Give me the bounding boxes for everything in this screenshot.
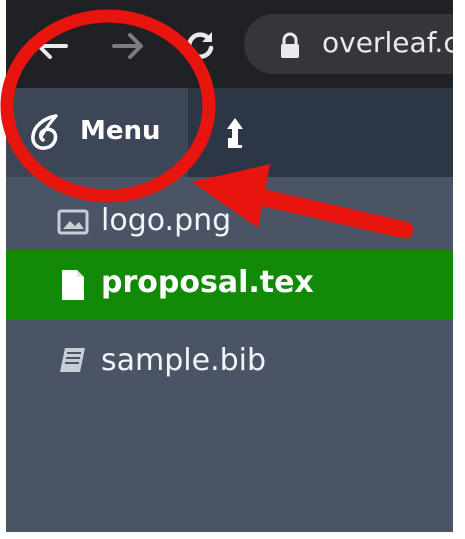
reload-icon: [187, 32, 214, 59]
file-tree: logo.png proposal.tex sample.bib: [6, 177, 453, 532]
browser-bar: overleaf.c: [6, 0, 453, 88]
menu-button[interactable]: Menu: [6, 88, 188, 177]
editor-toolbar: Menu: [6, 88, 453, 177]
file-name: proposal.tex: [101, 265, 314, 300]
file-tree-item[interactable]: sample.bib: [6, 325, 453, 395]
document-file-icon: [62, 270, 84, 300]
file-tree-item-selected[interactable]: proposal.tex: [6, 250, 453, 320]
screenshot-frame: overleaf.c Menu logo.png proposal.tex sa…: [6, 0, 453, 532]
reload-button[interactable]: [180, 26, 220, 66]
file-name: sample.bib: [101, 343, 267, 378]
file-name: logo.png: [101, 203, 232, 238]
menu-label: Menu: [80, 116, 161, 146]
file-tree-item[interactable]: logo.png: [6, 183, 453, 253]
back-arrow-icon: [37, 33, 68, 59]
image-file-icon: [57, 209, 89, 235]
lock-icon: [281, 32, 299, 58]
overleaf-logo-icon: [31, 114, 58, 150]
forward-button[interactable]: [108, 26, 148, 66]
book-file-icon: [60, 348, 85, 372]
upload-icon[interactable]: [224, 116, 246, 150]
back-button[interactable]: [32, 26, 72, 66]
forward-arrow-icon: [112, 33, 143, 59]
url-text[interactable]: overleaf.c: [322, 26, 453, 59]
